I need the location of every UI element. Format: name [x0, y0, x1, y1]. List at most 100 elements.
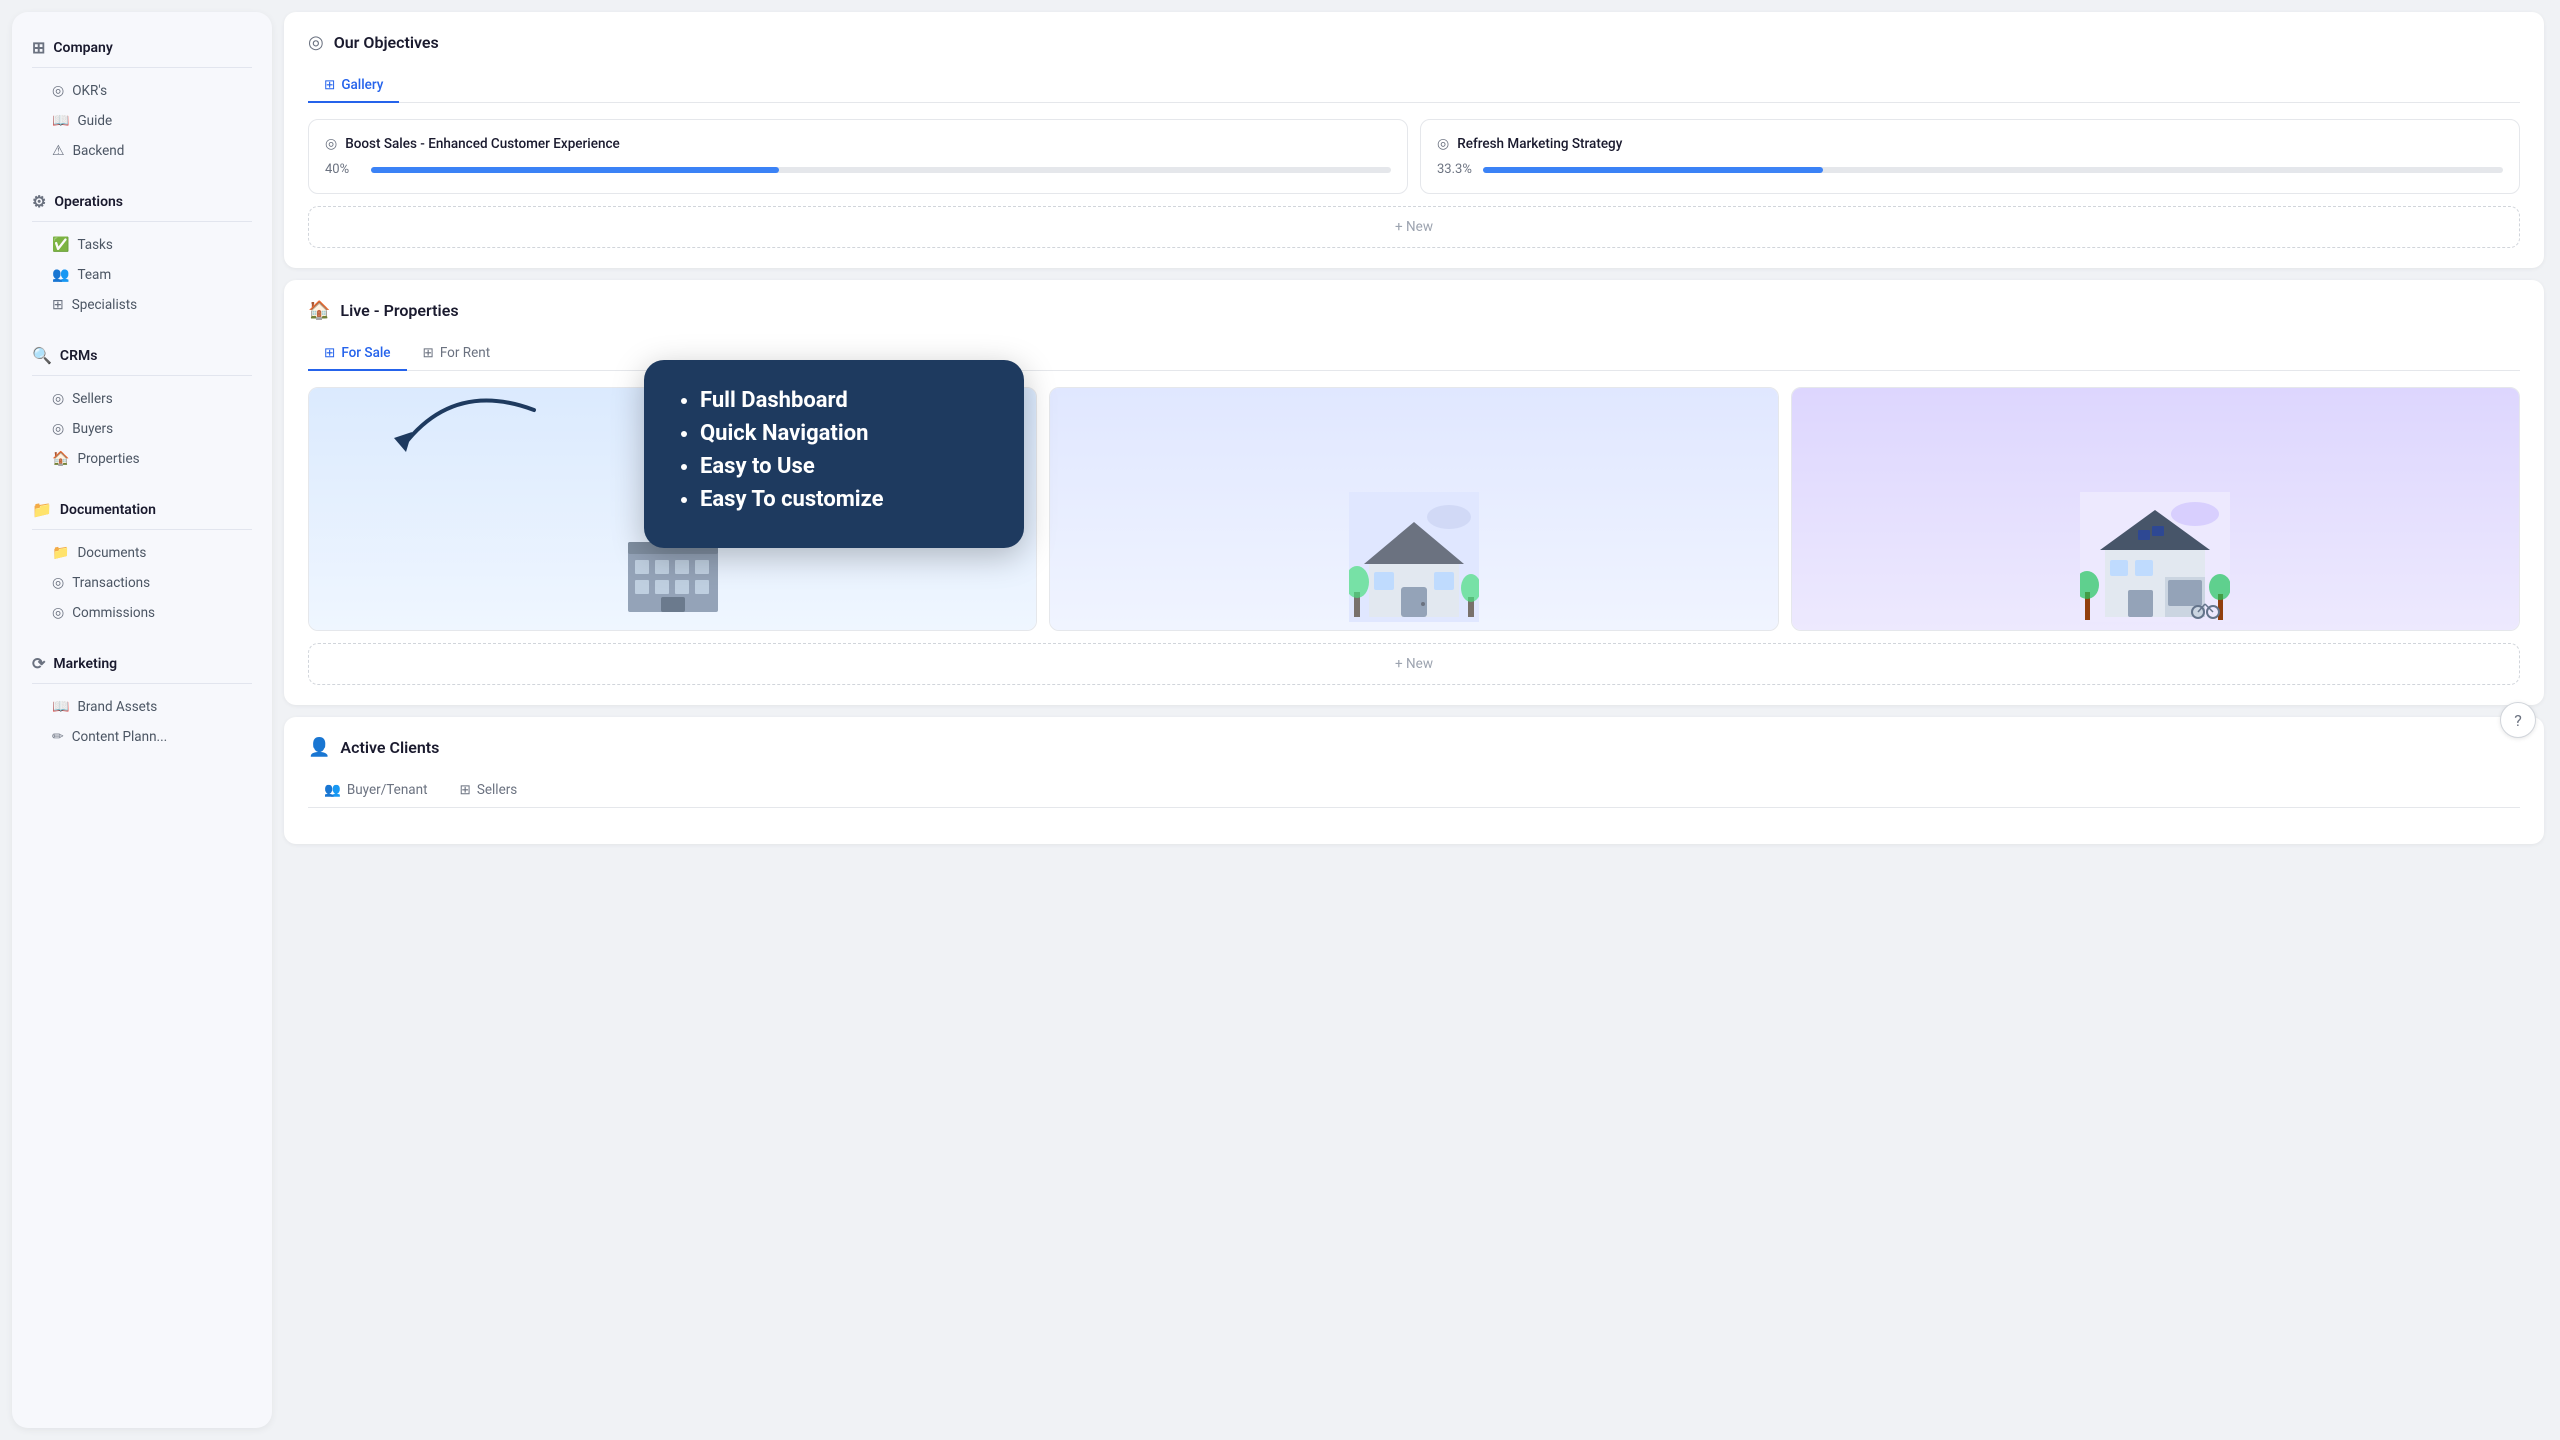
okr-1-percent: 40% [325, 162, 361, 177]
okr-2-percent: 33.3% [1437, 162, 1473, 177]
okr-2-progress-fill [1483, 167, 1823, 173]
properties-grid: ⊞ Warehouse Complex $4,000,000.00 3000 f… [308, 387, 2520, 631]
sidebar-section-operations: ⚙ Operations ✅ Tasks 👥 Team ⊞ Specialist… [24, 186, 260, 320]
sidebar-item-brand-assets[interactable]: 📖 Brand Assets [24, 692, 260, 722]
sidebar-item-specialists[interactable]: ⊞ Specialists [24, 290, 260, 320]
objectives-title: Our Objectives [334, 33, 439, 52]
property-card-3: 🏠 123 Main Street, Anytown, USA $2,000,0… [1791, 387, 2520, 631]
sidebar-item-guide[interactable]: 📖 Guide [24, 106, 260, 136]
okr-1-progress-row: 40% [325, 162, 1391, 177]
properties-title: Live - Properties [340, 301, 458, 320]
property-image-3 [1792, 388, 2519, 630]
active-clients-section: 👤 Active Clients 👥 Buyer/Tenant ⊞ Seller… [284, 717, 2544, 844]
buyer-tenant-icon: 👥 [324, 782, 341, 798]
tasks-icon: ✅ [52, 237, 69, 253]
sidebar-section-title-documentation[interactable]: 📁 Documentation [24, 494, 260, 525]
sidebar-item-team[interactable]: 👥 Team [24, 260, 260, 290]
for-sale-tab-icon: ⊞ [324, 345, 335, 361]
divider-documentation [32, 529, 252, 530]
sidebar-item-content-plan[interactable]: ✏ Content Plann... [24, 722, 260, 752]
backend-icon: ⚠ [52, 143, 65, 159]
okr-item-2-header: ◎ Refresh Marketing Strategy [1437, 136, 2503, 152]
property-image-1 [309, 388, 1036, 630]
divider-crms [32, 375, 252, 376]
objectives-header: ◎ Our Objectives [308, 32, 2520, 53]
divider-company [32, 67, 252, 68]
okr-item-2: ◎ Refresh Marketing Strategy 33.3% [1420, 119, 2520, 194]
okr-2-icon: ◎ [1437, 136, 1449, 152]
sidebar-section-title-marketing[interactable]: ⟳ Marketing [24, 648, 260, 679]
tab-for-sale[interactable]: ⊞ For Sale [308, 337, 407, 371]
objectives-section: ◎ Our Objectives ⊞ Gallery ◎ Boost Sales… [284, 12, 2544, 268]
objectives-tabs: ⊞ Gallery [308, 69, 2520, 103]
buyers-icon: ◎ [52, 421, 64, 437]
tab-buyer-tenant[interactable]: 👥 Buyer/Tenant [308, 774, 444, 808]
team-icon: 👥 [52, 267, 69, 283]
commissions-icon: ◎ [52, 605, 64, 621]
okr-item-1-header: ◎ Boost Sales - Enhanced Customer Experi… [325, 136, 1391, 152]
okr-1-progress-bg [371, 167, 1391, 173]
sidebar-section-title-company[interactable]: ⊞ Company [24, 32, 260, 63]
properties-header: 🏠 Live - Properties [308, 300, 2520, 321]
sidebar-item-tasks[interactable]: ✅ Tasks [24, 230, 260, 260]
brand-assets-icon: 📖 [52, 699, 69, 715]
properties-add-new[interactable]: + New [308, 643, 2520, 685]
okr-1-progress-fill [371, 167, 779, 173]
divider-marketing [32, 683, 252, 684]
objectives-icon: ◎ [308, 32, 324, 53]
sidebar-item-buyers[interactable]: ◎ Buyers [24, 414, 260, 444]
sidebar-section-title-operations[interactable]: ⚙ Operations [24, 186, 260, 217]
help-button[interactable]: ? [2500, 702, 2536, 738]
okr-2-progress-row: 33.3% [1437, 162, 2503, 177]
property-info-2: 🏠 456 Elm Avenue, Somewhere City, USA $5… [1050, 630, 1777, 631]
company-icon: ⊞ [32, 38, 45, 57]
crms-icon: 🔍 [32, 346, 52, 365]
gallery-tab-icon: ⊞ [324, 77, 335, 93]
sellers-icon: ◎ [52, 391, 64, 407]
sidebar-section-documentation: 📁 Documentation 📁 Documents ◎ Transactio… [24, 494, 260, 628]
operations-icon: ⚙ [32, 192, 46, 211]
main-content: ◎ Our Objectives ⊞ Gallery ◎ Boost Sales… [272, 0, 2560, 1440]
okr-item-1: ◎ Boost Sales - Enhanced Customer Experi… [308, 119, 1408, 194]
sidebar-item-sellers[interactable]: ◎ Sellers [24, 384, 260, 414]
active-clients-title: Active Clients [340, 738, 439, 757]
sidebar-item-commissions[interactable]: ◎ Commissions [24, 598, 260, 628]
sidebar-section-crms: 🔍 CRMs ◎ Sellers ◎ Buyers 🏠 Properties [24, 340, 260, 474]
okrs-icon: ◎ [52, 83, 64, 99]
property-image-2 [1050, 388, 1777, 630]
properties-icon: 🏠 [52, 451, 69, 467]
for-rent-tab-icon: ⊞ [423, 345, 434, 361]
specialists-icon: ⊞ [52, 297, 64, 313]
sidebar-item-backend[interactable]: ⚠ Backend [24, 136, 260, 166]
okr-1-icon: ◎ [325, 136, 337, 152]
properties-section-icon: 🏠 [308, 300, 330, 321]
sidebar: ⊞ Company ◎ OKR's 📖 Guide ⚠ Backend ⚙ Op… [12, 12, 272, 1428]
documents-icon: 📁 [52, 545, 69, 561]
active-clients-tabs: 👥 Buyer/Tenant ⊞ Sellers [308, 774, 2520, 808]
sellers-clients-icon: ⊞ [460, 782, 471, 798]
divider-operations [32, 221, 252, 222]
objectives-add-new[interactable]: + New [308, 206, 2520, 248]
sidebar-item-transactions[interactable]: ◎ Transactions [24, 568, 260, 598]
sidebar-item-documents[interactable]: 📁 Documents [24, 538, 260, 568]
sidebar-section-marketing: ⟳ Marketing 📖 Brand Assets ✏ Content Pla… [24, 648, 260, 752]
property-info-3: 🏠 123 Main Street, Anytown, USA $2,000,0… [1792, 630, 2519, 631]
sidebar-item-properties[interactable]: 🏠 Properties [24, 444, 260, 474]
marketing-icon: ⟳ [32, 654, 45, 673]
transactions-icon: ◎ [52, 575, 64, 591]
property-info-1: ⊞ Warehouse Complex $4,000,000.00 3000 f… [309, 630, 1036, 631]
documentation-icon: 📁 [32, 500, 52, 519]
tab-for-rent[interactable]: ⊞ For Rent [407, 337, 507, 371]
sidebar-section-title-crms[interactable]: 🔍 CRMs [24, 340, 260, 371]
property-card-1: ⊞ Warehouse Complex $4,000,000.00 3000 f… [308, 387, 1037, 631]
active-clients-icon: 👤 [308, 737, 330, 758]
tab-gallery[interactable]: ⊞ Gallery [308, 69, 399, 103]
property-card-2: 🏠 456 Elm Avenue, Somewhere City, USA $5… [1049, 387, 1778, 631]
okr-grid: ◎ Boost Sales - Enhanced Customer Experi… [308, 119, 2520, 194]
active-clients-header: 👤 Active Clients [308, 737, 2520, 758]
sidebar-section-company: ⊞ Company ◎ OKR's 📖 Guide ⚠ Backend [24, 32, 260, 166]
sidebar-item-okrs[interactable]: ◎ OKR's [24, 76, 260, 106]
properties-section: 🏠 Live - Properties ⊞ For Sale ⊞ For Ren… [284, 280, 2544, 705]
tab-sellers-clients[interactable]: ⊞ Sellers [444, 774, 534, 808]
properties-tabs: ⊞ For Sale ⊞ For Rent [308, 337, 2520, 371]
